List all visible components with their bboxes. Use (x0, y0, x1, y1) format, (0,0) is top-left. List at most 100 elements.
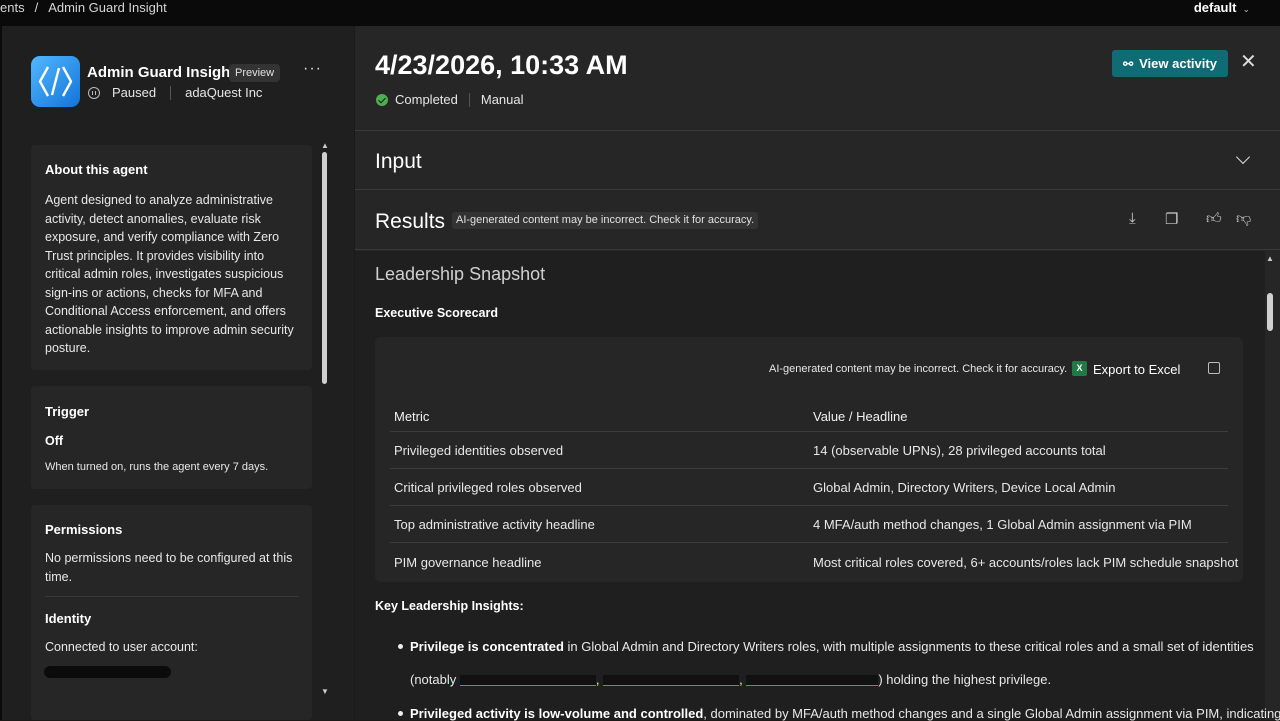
thumbs-up-icon[interactable]: 👍︎ (1206, 210, 1222, 228)
identity-separator: , (595, 672, 604, 687)
table-cell: Top administrative activity headline (394, 517, 595, 532)
about-line: posture. (45, 341, 91, 355)
activity-link-icon: ⚯ (1123, 56, 1134, 71)
divider (355, 249, 1280, 250)
table-ai-disclaimer: AI-generated content may be incorrect. C… (769, 363, 1068, 375)
permissions-line: No permissions need to be configured at … (45, 551, 293, 565)
trigger-description: When turned on, runs the agent every 7 d… (45, 460, 269, 473)
divider (468, 92, 470, 107)
report-heading: Leadership Snapshot (375, 264, 546, 284)
close-icon[interactable]: ✕ (1240, 52, 1257, 72)
insight-bold: Privileged activity is low-volume and co… (410, 706, 704, 721)
breadcrumb-current: Admin Guard Insight (48, 0, 167, 15)
panel-edge (0, 26, 2, 720)
about-line: critical admin roles, investigates suspi… (45, 267, 284, 281)
more-options-icon[interactable]: ··· (303, 60, 322, 78)
trigger-title: Trigger (45, 404, 90, 419)
sidebar-scrollbar[interactable] (322, 152, 327, 384)
about-title: About this agent (45, 162, 148, 177)
about-line: Conditional Access enforcement, and offe… (45, 304, 286, 318)
permissions-line: time. (45, 569, 73, 584)
about-line: exposure, and verify compliance with Zer… (45, 230, 280, 244)
table-cell: Global Admin, Directory Writers, Device … (813, 480, 1116, 495)
redacted-identity (603, 675, 740, 687)
input-section-header[interactable]: Input (375, 150, 422, 174)
pause-icon (88, 86, 100, 99)
about-line: sign-ins or actions, checks for MFA and (45, 285, 263, 300)
divider (355, 189, 1280, 190)
run-status: Completed (395, 92, 458, 107)
permissions-card: Permissions No permissions need to be co… (31, 505, 312, 720)
insight-line: Privileged activity is low-volume and co… (410, 706, 1280, 721)
table-cell: PIM governance headline (394, 555, 542, 570)
divider (170, 85, 172, 100)
about-line: activity, detect anomalies, evaluate ris… (45, 211, 261, 226)
insight-bold: Privilege is concentrated (410, 639, 564, 654)
breadcrumb-parent[interactable]: ents (0, 0, 25, 15)
excel-icon: X (1072, 361, 1087, 376)
identity-title: Identity (45, 611, 92, 626)
scroll-down-arrow[interactable]: ▼ (321, 687, 329, 696)
agent-status: Paused (112, 85, 157, 100)
table-divider (390, 431, 1228, 432)
bullet-dot (398, 711, 403, 716)
agent-name: Admin Guard Insight (87, 64, 236, 81)
trigger-value: Off (45, 434, 64, 448)
results-scrollbar[interactable] (1267, 293, 1273, 331)
scroll-up-arrow[interactable]: ▲ (321, 141, 329, 150)
export-to-excel-button[interactable]: Export to Excel (1093, 362, 1180, 377)
table-divider (390, 505, 1228, 506)
identity-text: Connected to user account: (45, 640, 198, 654)
run-mode: Manual (480, 92, 524, 107)
table-cell: 4 MFA/auth method changes, 1 Global Admi… (813, 517, 1192, 532)
preview-badge: Preview (229, 64, 281, 82)
run-timestamp: 4/23/2026, 10:33 AM (375, 50, 628, 80)
divider (45, 596, 298, 597)
environment-label: default (1193, 0, 1237, 15)
about-line: actionable insights to improve admin sec… (45, 322, 294, 337)
column-header: Metric (394, 409, 430, 424)
ai-disclaimer: AI-generated content may be incorrect. C… (452, 212, 759, 229)
table-divider (390, 542, 1228, 543)
redacted-account (44, 666, 171, 678)
column-header: Value / Headline (813, 409, 908, 424)
check-circle-icon (376, 93, 388, 106)
insight-line: Privilege is concentrated in Global Admi… (410, 639, 1254, 654)
table-cell: 14 (observable UPNs), 28 privileged acco… (813, 443, 1106, 458)
redacted-identity (459, 675, 596, 687)
view-activity-button[interactable]: ⚯ View activity (1112, 50, 1228, 77)
table-divider (390, 468, 1228, 469)
copy-icon[interactable]: ❐ (1165, 210, 1178, 228)
trigger-card: Trigger Off When turned on, runs the age… (31, 386, 312, 489)
insight-line: (notably , , ) holding the highest privi… (410, 672, 1051, 687)
scorecard-title: Executive Scorecard (375, 306, 498, 320)
insight-text: , dominated by MFA/auth method changes a… (703, 706, 1280, 721)
identity-separator: , (739, 672, 747, 687)
about-line: Trust principles. It provides visibility… (45, 248, 265, 263)
insight-text: ) holding the highest privilege. (878, 672, 1052, 687)
table-cell: Privileged identities observed (394, 443, 564, 458)
thumbs-down-icon[interactable]: 👎︎ (1236, 210, 1251, 228)
view-activity-label: View activity (1139, 56, 1217, 71)
agent-org: adaQuest Inc (185, 85, 263, 100)
download-icon[interactable]: ⤓ (1129, 210, 1136, 227)
results-header: Results (375, 210, 446, 233)
about-line: Agent designed to analyze administrative (45, 193, 273, 207)
insight-text: in Global Admin and Directory Writers ro… (563, 639, 1254, 654)
redacted-identity (746, 675, 879, 687)
scroll-up-arrow[interactable]: ▲ (1266, 254, 1274, 263)
about-card: About this agent Agent designed to analy… (31, 145, 312, 370)
agent-status-row: Paused adaQuest Inc (88, 85, 262, 100)
bullet-dot (398, 644, 403, 649)
expand-icon[interactable] (1208, 362, 1220, 374)
table-cell: Most critical roles covered, 6+ accounts… (813, 555, 1239, 570)
chevron-down-icon: ⌄ (1242, 4, 1250, 14)
insight-text: (notably (410, 672, 460, 687)
breadcrumb: ents / Admin Guard Insight (0, 0, 177, 16)
run-status-row: Completed Manual (376, 92, 524, 107)
environment-selector[interactable]: default ⌄ (1194, 0, 1250, 17)
insights-title: Key Leadership Insights: (375, 599, 524, 613)
divider (355, 130, 1280, 131)
table-cell: Critical privileged roles observed (394, 480, 582, 495)
agent-app-icon (31, 56, 80, 107)
